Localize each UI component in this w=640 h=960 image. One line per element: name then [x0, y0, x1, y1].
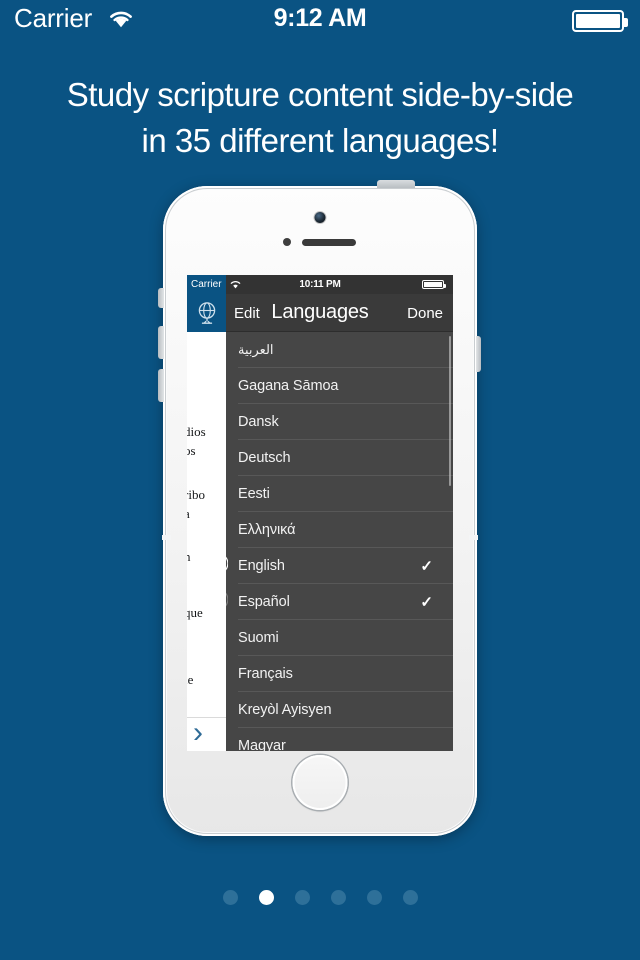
vertical-scrollbar[interactable]: [448, 336, 451, 486]
reader-text-fragment: a: [187, 506, 190, 522]
language-row[interactable]: Suomi: [238, 620, 453, 656]
language-label: English: [238, 557, 285, 574]
language-row[interactable]: Kreyòl Ayisyen: [238, 692, 453, 728]
speaker-icon[interactable]: [226, 592, 229, 612]
language-label: Deutsch: [238, 449, 291, 466]
language-label: Español: [238, 593, 290, 610]
check-icon: ✓: [420, 557, 433, 575]
language-row[interactable]: Español ✓: [226, 584, 453, 620]
done-button[interactable]: Done: [407, 305, 443, 322]
page-dots[interactable]: [0, 890, 640, 905]
headline-line-1: Study scripture content side-by-side: [66, 76, 574, 113]
page-dot[interactable]: [258, 890, 274, 905]
language-row[interactable]: العربية: [238, 332, 453, 368]
language-row[interactable]: Deutsch: [238, 440, 453, 476]
page-dot[interactable]: [330, 890, 346, 905]
inner-navbar: Edit Languages Done: [187, 294, 453, 332]
front-camera-icon: [314, 212, 326, 223]
language-label: Suomi: [238, 629, 279, 646]
antenna-line-left: [162, 535, 171, 540]
antenna-line-right: [469, 535, 478, 540]
home-button[interactable]: [292, 755, 348, 810]
inner-battery-full-icon: [422, 280, 446, 289]
language-label: Français: [238, 665, 293, 682]
status-time: 9:12 AM: [273, 4, 367, 32]
silent-switch[interactable]: [158, 288, 164, 308]
page-dot[interactable]: [366, 890, 382, 905]
language-label: Dansk: [238, 413, 279, 430]
language-label: Magyar: [238, 738, 286, 751]
phone-screen: Carrier 10:11 PM Edit Languages Done dio…: [187, 275, 453, 751]
speaker-icon[interactable]: [226, 556, 229, 576]
reader-text-fragment: os: [187, 443, 196, 458]
check-icon: ✓: [420, 593, 433, 611]
chevron-right-icon[interactable]: ›: [193, 718, 203, 748]
language-label: العربية: [238, 341, 274, 357]
headline-line-2: in 35 different languages!: [141, 122, 499, 159]
language-label: Gagana Sāmoa: [238, 377, 339, 394]
volume-up-button[interactable]: [158, 326, 164, 359]
phone-mockup: Carrier 10:11 PM Edit Languages Done dio…: [158, 180, 481, 836]
language-row[interactable]: Ελληνικά: [238, 512, 453, 548]
language-label: Eesti: [238, 485, 270, 502]
proximity-sensor-icon: [283, 238, 291, 246]
reader-text-fragment: le: [187, 672, 194, 687]
language-label: Kreyòl Ayisyen: [238, 701, 332, 718]
reader-text-fragment: ribo: [187, 487, 205, 502]
language-row[interactable]: Dansk: [238, 404, 453, 440]
language-row[interactable]: Français: [238, 656, 453, 692]
page-dot[interactable]: [402, 890, 418, 905]
language-row[interactable]: Eesti: [238, 476, 453, 512]
headline: Study scripture content side-by-side in …: [0, 72, 640, 164]
page-dot[interactable]: [294, 890, 310, 905]
reader-text-fragment: n: [187, 549, 191, 564]
inner-status-time: 10:11 PM: [299, 279, 341, 290]
outer-status-bar: Carrier 9:12 AM: [0, 0, 640, 40]
volume-down-button[interactable]: [158, 369, 164, 402]
language-list[interactable]: العربية Gagana Sāmoa Dansk Deutsch Eesti Ελλη…: [226, 332, 453, 751]
battery-full-icon: [572, 10, 628, 32]
language-row[interactable]: English ✓: [226, 548, 453, 584]
language-row[interactable]: Gagana Sāmoa: [238, 368, 453, 404]
reader-text-fragment: dios: [187, 424, 206, 439]
power-button[interactable]: [377, 180, 415, 188]
reader-text-fragment: que: [187, 605, 203, 620]
language-label: Ελληνικά: [238, 521, 296, 538]
reader-panel[interactable]: dios os ribo a n que le ›: [187, 332, 226, 751]
earpiece-speaker-icon: [302, 239, 356, 246]
page-dot[interactable]: [222, 890, 238, 905]
sim-tray: [476, 336, 481, 372]
inner-status-bar: Carrier 10:11 PM: [187, 275, 453, 294]
language-row[interactable]: Magyar: [238, 728, 453, 751]
